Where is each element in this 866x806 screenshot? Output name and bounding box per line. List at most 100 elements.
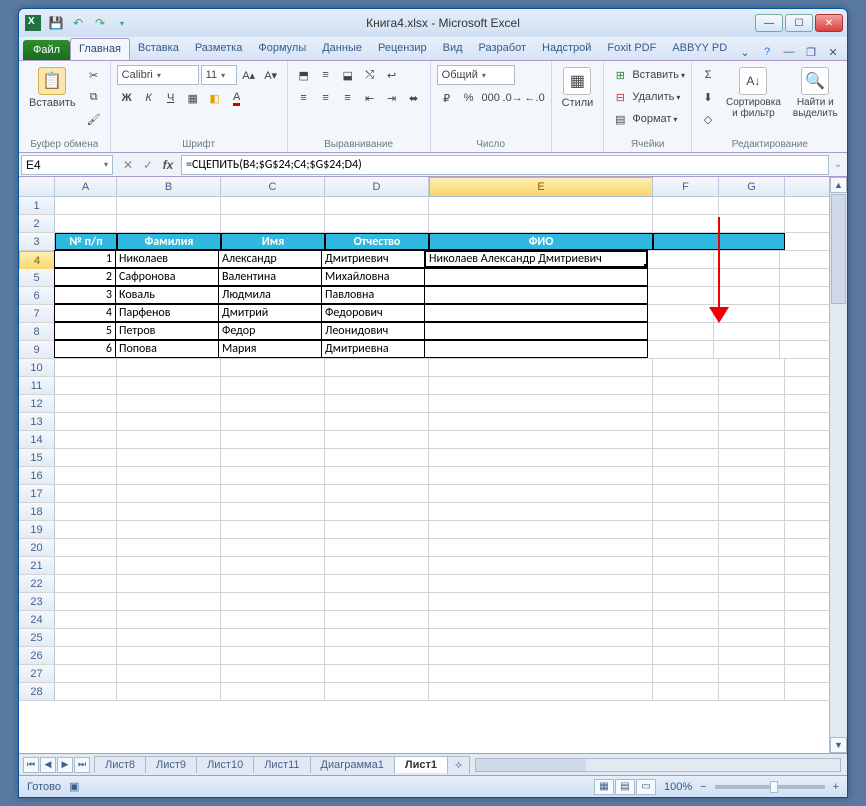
cell-A21[interactable] bbox=[55, 557, 117, 574]
cell-A26[interactable] bbox=[55, 647, 117, 664]
decrease-indent-button[interactable]: ⇤ bbox=[360, 88, 380, 108]
cell-A27[interactable] bbox=[55, 665, 117, 682]
cell-G28[interactable] bbox=[719, 683, 785, 700]
cell-D19[interactable] bbox=[325, 521, 429, 538]
row-header[interactable]: 27 bbox=[19, 665, 55, 682]
insert-cells-button[interactable]: ⊞Вставить▾ bbox=[610, 65, 685, 85]
cell-C9[interactable]: Мария bbox=[218, 340, 322, 358]
cell-B25[interactable] bbox=[117, 629, 221, 646]
tab-file[interactable]: Файл bbox=[23, 40, 70, 60]
cell-A2[interactable] bbox=[55, 215, 117, 232]
minimize-ribbon-icon[interactable]: ⌄ bbox=[737, 44, 753, 60]
copy-button[interactable]: ⧉ bbox=[84, 87, 104, 107]
cell-E8[interactable] bbox=[424, 322, 648, 340]
cell-D2[interactable] bbox=[325, 215, 429, 232]
cell-F11[interactable] bbox=[653, 377, 719, 394]
cell-A9[interactable]: 6 bbox=[54, 340, 116, 358]
cell-F26[interactable] bbox=[653, 647, 719, 664]
sheet-nav-0[interactable]: ⏮ bbox=[23, 757, 39, 773]
name-box[interactable]: E4▾ bbox=[21, 155, 113, 175]
column-header-G[interactable]: G bbox=[719, 177, 785, 196]
cell-F16[interactable] bbox=[653, 467, 719, 484]
sheet-nav-2[interactable]: ▶ bbox=[57, 757, 73, 773]
cell-G20[interactable] bbox=[719, 539, 785, 556]
row-header[interactable]: 5 bbox=[19, 269, 55, 286]
cell-D15[interactable] bbox=[325, 449, 429, 466]
cell-B17[interactable] bbox=[117, 485, 221, 502]
cell-A20[interactable] bbox=[55, 539, 117, 556]
cut-button[interactable]: ✂ bbox=[84, 65, 104, 85]
column-header-B[interactable]: B bbox=[117, 177, 221, 196]
border-button[interactable]: ▦ bbox=[183, 88, 203, 108]
cell-E4[interactable]: Николаев Александр Дмитриевич bbox=[424, 250, 648, 268]
cell-F22[interactable] bbox=[653, 575, 719, 592]
cell-F21[interactable] bbox=[653, 557, 719, 574]
cell-G3[interactable] bbox=[719, 233, 785, 250]
normal-view-button[interactable]: ▦ bbox=[594, 779, 614, 795]
cell-E24[interactable] bbox=[429, 611, 653, 628]
cell-B9[interactable]: Попова bbox=[115, 340, 219, 358]
cell-C4[interactable]: Александр bbox=[218, 250, 322, 268]
cell-E9[interactable] bbox=[424, 340, 648, 358]
cell-E7[interactable] bbox=[424, 304, 648, 322]
cell-C28[interactable] bbox=[221, 683, 325, 700]
cell-C22[interactable] bbox=[221, 575, 325, 592]
tab-данные[interactable]: Данные bbox=[314, 38, 370, 60]
row-header[interactable]: 28 bbox=[19, 683, 55, 700]
vertical-scrollbar[interactable]: ▲ ▼ bbox=[829, 177, 847, 753]
tab-разработ[interactable]: Разработ bbox=[471, 38, 534, 60]
cell-F24[interactable] bbox=[653, 611, 719, 628]
cell-D24[interactable] bbox=[325, 611, 429, 628]
cell-D10[interactable] bbox=[325, 359, 429, 376]
cell-B5[interactable]: Сафронова bbox=[115, 268, 219, 286]
row-header[interactable]: 12 bbox=[19, 395, 55, 412]
macro-record-icon[interactable]: ▣ bbox=[69, 780, 79, 793]
cell-F18[interactable] bbox=[653, 503, 719, 520]
save-button[interactable]: 💾 bbox=[47, 14, 65, 32]
cell-E16[interactable] bbox=[429, 467, 653, 484]
cell-A4[interactable]: 1 bbox=[54, 250, 116, 268]
cell-F8[interactable] bbox=[648, 323, 714, 340]
fill-color-button[interactable]: ◧ bbox=[205, 88, 225, 108]
cell-A17[interactable] bbox=[55, 485, 117, 502]
cell-A5[interactable]: 2 bbox=[54, 268, 116, 286]
cell-D5[interactable]: Михайловна bbox=[321, 268, 425, 286]
cell-A11[interactable] bbox=[55, 377, 117, 394]
align-middle-button[interactable]: ≡ bbox=[316, 65, 336, 85]
row-header[interactable]: 11 bbox=[19, 377, 55, 394]
cell-E26[interactable] bbox=[429, 647, 653, 664]
cell-B21[interactable] bbox=[117, 557, 221, 574]
row-header[interactable]: 10 bbox=[19, 359, 55, 376]
cell-G1[interactable] bbox=[719, 197, 785, 214]
cell-D20[interactable] bbox=[325, 539, 429, 556]
cell-E28[interactable] bbox=[429, 683, 653, 700]
percent-button[interactable]: % bbox=[459, 88, 479, 108]
row-header[interactable]: 20 bbox=[19, 539, 55, 556]
row-header[interactable]: 16 bbox=[19, 467, 55, 484]
row-header[interactable]: 8 bbox=[19, 323, 55, 340]
sheet-nav-3[interactable]: ⏭ bbox=[74, 757, 90, 773]
align-right-button[interactable]: ≡ bbox=[338, 88, 358, 108]
row-header[interactable]: 3 bbox=[19, 233, 55, 250]
cell-A15[interactable] bbox=[55, 449, 117, 466]
row-header[interactable]: 2 bbox=[19, 215, 55, 232]
cell-F13[interactable] bbox=[653, 413, 719, 430]
cell-D28[interactable] bbox=[325, 683, 429, 700]
cell-E2[interactable] bbox=[429, 215, 653, 232]
cell-F6[interactable] bbox=[648, 287, 714, 304]
cell-D7[interactable]: Федорович bbox=[321, 304, 425, 322]
cell-G26[interactable] bbox=[719, 647, 785, 664]
cell-B13[interactable] bbox=[117, 413, 221, 430]
cell-D9[interactable]: Дмитриевна bbox=[321, 340, 425, 358]
cell-E22[interactable] bbox=[429, 575, 653, 592]
cell-G14[interactable] bbox=[719, 431, 785, 448]
cell-E6[interactable] bbox=[424, 286, 648, 304]
decrease-decimal-button[interactable]: ←.0 bbox=[525, 88, 545, 108]
fill-handle[interactable] bbox=[644, 264, 648, 268]
cell-C13[interactable] bbox=[221, 413, 325, 430]
cell-A25[interactable] bbox=[55, 629, 117, 646]
column-header-E[interactable]: E bbox=[429, 177, 653, 197]
cell-F3[interactable] bbox=[653, 233, 719, 250]
cell-E17[interactable] bbox=[429, 485, 653, 502]
cell-G4[interactable] bbox=[714, 251, 780, 268]
